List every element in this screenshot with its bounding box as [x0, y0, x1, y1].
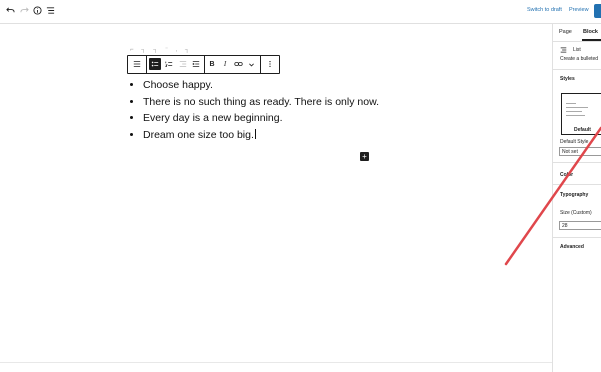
sidebar-divider [553, 69, 601, 70]
list-block[interactable]: Choose happy. There is no such thing as … [130, 77, 379, 143]
editor-top-bar: Switch to draft Preview [0, 0, 601, 24]
add-block-button[interactable]: + [360, 152, 369, 161]
sidebar-tabs: Page Block [553, 24, 601, 42]
tab-page[interactable]: Page [559, 29, 572, 35]
list-block-icon [560, 47, 567, 55]
sidebar-divider [553, 237, 601, 238]
list-view-icon[interactable] [44, 4, 57, 17]
toolbar-divider [260, 56, 261, 73]
sidebar-divider [553, 162, 601, 163]
list-item[interactable]: Choose happy. [143, 77, 379, 94]
sidebar-divider [553, 184, 601, 185]
list-block-icon[interactable] [131, 58, 143, 70]
text-caret [254, 128, 256, 139]
style-default-label: Default [574, 127, 591, 133]
unordered-list-icon[interactable] [149, 58, 161, 70]
block-card-title: List [573, 47, 581, 53]
default-style-select[interactable]: Not set [559, 147, 601, 156]
tab-block[interactable]: Block [583, 29, 598, 35]
block-outline-marks: ⌐ ┐ ┐ ⁻ ‚ ┐ [130, 47, 193, 53]
chevron-down-icon[interactable] [245, 58, 257, 70]
link-icon[interactable] [232, 58, 244, 70]
outdent-icon[interactable] [177, 58, 189, 70]
more-options-icon[interactable] [264, 58, 276, 70]
default-style-label: Default Style [560, 139, 589, 145]
switch-to-draft-button[interactable]: Switch to draft [527, 7, 562, 13]
color-heading[interactable]: Color [560, 172, 573, 178]
settings-sidebar: Page Block List Create a bulleted Styles… [552, 24, 601, 372]
preview-line [566, 115, 585, 116]
block-card-description: Create a bulleted [560, 56, 599, 62]
typography-heading[interactable]: Typography [560, 192, 588, 198]
list-item[interactable]: Dream one size too big. [143, 127, 379, 144]
size-input[interactable]: 28 [559, 221, 601, 230]
ordered-list-icon[interactable] [163, 58, 175, 70]
preview-line [566, 111, 582, 112]
info-icon[interactable] [31, 4, 44, 17]
advanced-heading[interactable]: Advanced [560, 244, 584, 250]
size-label: Size (Custom) [560, 210, 592, 216]
preview-button[interactable]: Preview [569, 7, 589, 13]
italic-icon[interactable]: I [219, 58, 231, 70]
styles-heading: Styles [560, 76, 575, 82]
toolbar-divider [204, 56, 205, 73]
preview-line [566, 107, 588, 108]
toolbar-divider [146, 56, 147, 73]
active-tab-indicator [582, 39, 601, 41]
footer-divider [0, 362, 552, 363]
list-item[interactable]: Every day is a new beginning. [143, 110, 379, 127]
block-toolbar: B I [127, 55, 280, 74]
bold-icon[interactable]: B [206, 58, 218, 70]
update-button[interactable] [594, 4, 601, 18]
list-item[interactable]: There is no such thing as ready. There i… [143, 94, 379, 111]
redo-icon[interactable] [18, 4, 31, 17]
indent-icon[interactable] [190, 58, 202, 70]
preview-line [566, 103, 576, 104]
undo-icon[interactable] [4, 4, 17, 17]
